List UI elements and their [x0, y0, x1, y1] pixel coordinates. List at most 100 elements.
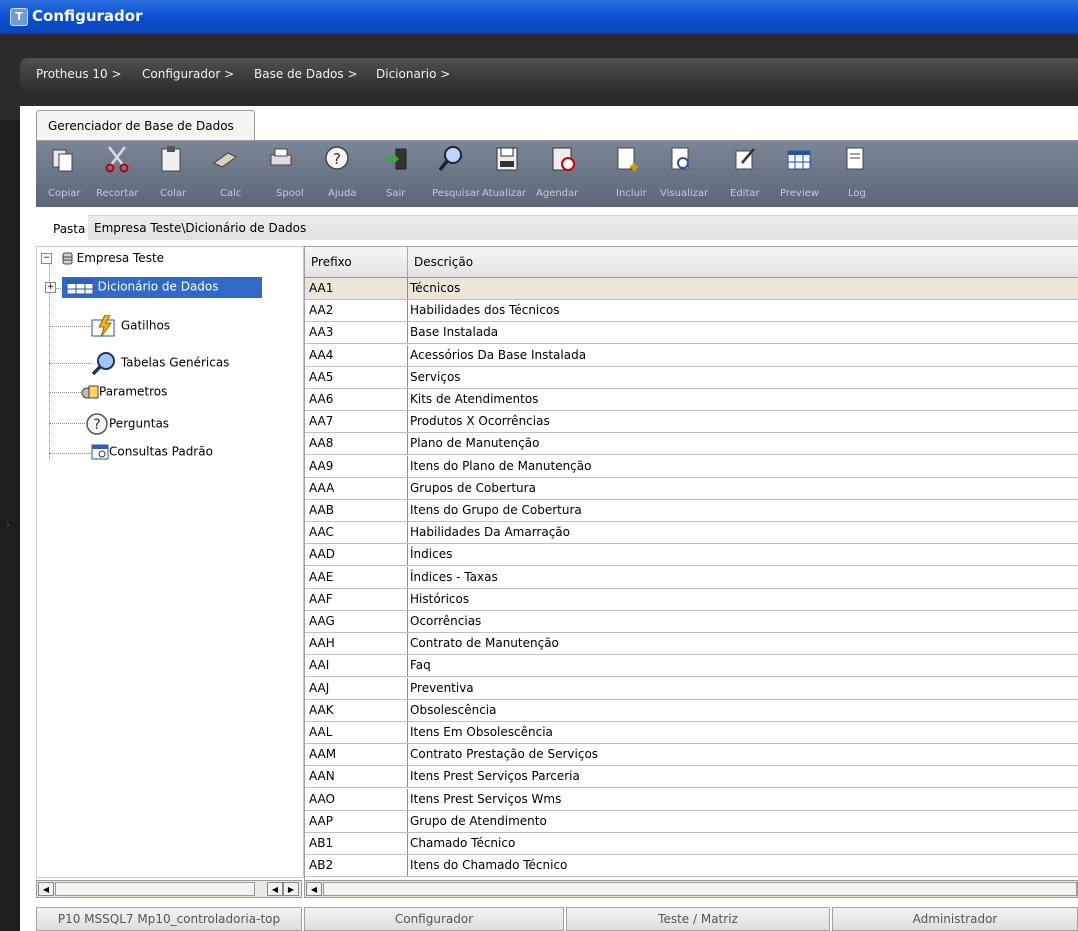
- table-row[interactable]: AAK Obsolescência: [305, 699, 1078, 722]
- column-header-prefixo[interactable]: Prefixo: [305, 247, 408, 277]
- breadcrumb-base-de-dados[interactable]: Base de Dados >: [254, 67, 358, 81]
- folder-path-field[interactable]: Empresa Teste\Dicionário de Dados: [88, 215, 1078, 240]
- table-row[interactable]: AA1 Técnicos: [305, 278, 1078, 300]
- view-label: Visualizar: [660, 188, 709, 199]
- cell-descricao: Itens do Chamado Técnico: [410, 858, 568, 873]
- cell-prefixo: AA4: [305, 344, 408, 366]
- column-header-descricao[interactable]: Descrição: [408, 247, 1078, 277]
- tab-gerenciador[interactable]: Gerenciador de Base de Dados: [36, 110, 255, 142]
- tree-hscrollbar[interactable]: ◀ ◀ ▶: [36, 880, 302, 898]
- tree-item-perguntas[interactable]: ? Perguntas: [85, 413, 169, 435]
- breadcrumb-dicionario[interactable]: Dicionario >: [376, 67, 450, 81]
- spool-button[interactable]: Spool: [246, 141, 304, 207]
- collapse-icon[interactable]: −: [41, 253, 52, 264]
- side-collapse-strip[interactable]: ›: [0, 120, 20, 931]
- help-button[interactable]: ? Ajuda: [312, 141, 358, 207]
- tree-root[interactable]: − Empresa Teste: [41, 251, 164, 271]
- edit-button[interactable]: Editar: [722, 141, 766, 207]
- copy-button[interactable]: Copiar: [42, 141, 88, 207]
- breadcrumb-configurador[interactable]: Configurador >: [142, 67, 234, 81]
- table-row[interactable]: AA9 Itens do Plano de Manutenção: [305, 455, 1078, 478]
- search-button[interactable]: Pesquisar: [420, 141, 480, 207]
- scroll-right-icon[interactable]: ▶: [283, 882, 299, 896]
- cell-descricao: Contrato de Manutenção: [410, 636, 559, 651]
- calc-label: Calc: [220, 188, 242, 199]
- scroll-left-icon[interactable]: ◀: [38, 882, 54, 896]
- table-row[interactable]: AAO Itens Prest Serviços Wms: [305, 788, 1078, 811]
- grid-hscrollbar[interactable]: ◀: [304, 880, 1078, 898]
- tree-item-consultas[interactable]: Consultas Padrão: [91, 444, 213, 464]
- spool-label: Spool: [276, 188, 304, 199]
- schedule-button[interactable]: Agendar: [534, 141, 586, 207]
- edit-icon: [735, 148, 755, 170]
- grid-header: Prefixo Descrição: [305, 247, 1078, 278]
- chevron-right-icon[interactable]: ›: [6, 520, 10, 531]
- exit-button[interactable]: Sair: [376, 141, 416, 207]
- table-row[interactable]: AAL Itens Em Obsolescência: [305, 722, 1078, 744]
- scroll-thumb[interactable]: [55, 882, 255, 896]
- cell-prefixo: AAP: [305, 810, 408, 832]
- table-row[interactable]: AAF Históricos: [305, 588, 1078, 611]
- cell-descricao: Habilidades dos Técnicos: [410, 303, 560, 318]
- table-row[interactable]: AAI Faq: [305, 655, 1078, 678]
- breadcrumb-protheus[interactable]: Protheus 10 >: [36, 67, 122, 81]
- expand-icon[interactable]: +: [45, 281, 56, 293]
- tree-item-dicionario[interactable]: + Dicionário de Dados: [45, 277, 262, 303]
- tree-root-label: Empresa Teste: [76, 251, 165, 265]
- update-button[interactable]: Atualizar: [480, 141, 532, 207]
- tree-item-parametros[interactable]: Parametros: [81, 384, 167, 404]
- cell-descricao: Obsolescência: [410, 702, 497, 717]
- cell-prefixo: AAF: [305, 588, 408, 610]
- cell-prefixo: AA5: [305, 366, 408, 388]
- scroll-left-icon[interactable]: ◀: [267, 882, 283, 896]
- table-row[interactable]: AA2 Habilidades dos Técnicos: [305, 300, 1078, 323]
- log-icon: [846, 147, 864, 170]
- log-button[interactable]: Log: [836, 141, 876, 207]
- table-row[interactable]: AAM Contrato Prestação de Serviços: [305, 744, 1078, 767]
- tree-item-label: Consultas Padrão: [109, 444, 213, 459]
- search-label: Pesquisar: [432, 188, 480, 199]
- cell-prefixo: AAJ: [305, 677, 408, 699]
- table-row[interactable]: AAC Habilidades Da Amarração: [305, 522, 1078, 545]
- paste-label: Colar: [160, 188, 187, 199]
- cell-prefixo: AB1: [305, 833, 408, 854]
- tree-item-gatilhos[interactable]: Gatilhos: [91, 314, 171, 339]
- table-row[interactable]: AAB Itens do Grupo de Cobertura: [305, 500, 1078, 522]
- table-row[interactable]: AAJ Preventiva: [305, 677, 1078, 700]
- table-row[interactable]: AA4 Acessórios Da Base Instalada: [305, 344, 1078, 367]
- table-row[interactable]: AB2 Itens do Chamado Técnico: [305, 855, 1078, 878]
- add-button[interactable]: Incluir: [606, 141, 652, 207]
- table-row[interactable]: AA3 Base Instalada: [305, 322, 1078, 345]
- table-row[interactable]: AAH Contrato de Manutenção: [305, 633, 1078, 656]
- folder-path-row: Pasta Empresa Teste\Dicionário de Dados: [36, 207, 1078, 245]
- cell-prefixo: AB2: [305, 855, 408, 877]
- folder-path-value: Empresa Teste\Dicionário de Dados: [94, 221, 307, 235]
- table-row[interactable]: AAN Itens Prest Serviços Parceria: [305, 766, 1078, 789]
- cell-descricao: Índices - Taxas: [410, 569, 498, 584]
- cell-prefixo: AAN: [305, 766, 408, 788]
- calc-button[interactable]: Calc: [196, 141, 242, 207]
- view-button[interactable]: Visualizar: [654, 141, 710, 207]
- table-row[interactable]: AA6 Kits de Atendimentos: [305, 389, 1078, 411]
- table-row[interactable]: AA8 Plano de Manutenção: [305, 433, 1078, 456]
- table-row[interactable]: AAD Índices: [305, 544, 1078, 567]
- scroll-thumb[interactable]: [323, 882, 1077, 896]
- tree-item-tabelas[interactable]: Tabelas Genéricas: [91, 351, 229, 377]
- table-row[interactable]: AAG Ocorrências: [305, 611, 1078, 633]
- scroll-left-icon[interactable]: ◀: [306, 882, 322, 896]
- table-row[interactable]: AAE Índices - Taxas: [305, 566, 1078, 589]
- table-row[interactable]: AAA Grupos de Cobertura: [305, 477, 1078, 500]
- cut-button[interactable]: Recortar: [92, 141, 142, 207]
- tab-label: Gerenciador de Base de Dados: [48, 119, 234, 133]
- question-icon: ?: [86, 413, 108, 435]
- table-row[interactable]: AA7 Produtos X Ocorrências: [305, 411, 1078, 434]
- paste-button[interactable]: Colar: [146, 141, 192, 207]
- cell-prefixo: AAD: [305, 544, 408, 566]
- table-row[interactable]: AB1 Chamado Técnico: [305, 833, 1078, 855]
- tree-item-label: Gatilhos: [120, 318, 171, 333]
- preview-button[interactable]: Preview: [770, 141, 824, 207]
- cell-descricao: Históricos: [410, 591, 470, 606]
- table-row[interactable]: AA5 Serviços: [305, 366, 1078, 389]
- table-row[interactable]: AAP Grupo de Atendimento: [305, 810, 1078, 833]
- query-icon: [91, 444, 109, 460]
